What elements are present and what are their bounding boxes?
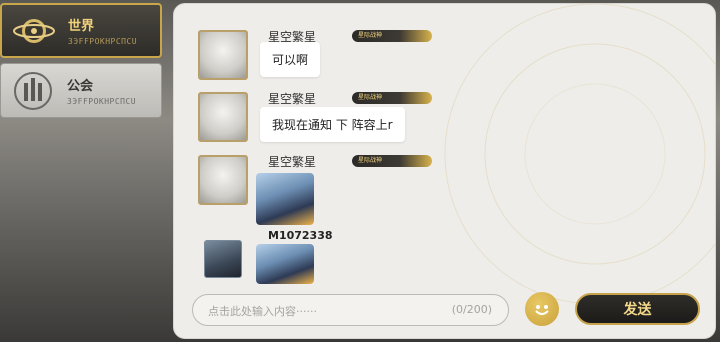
- avatar[interactable]: [198, 30, 248, 80]
- tab-label: 世界: [68, 19, 95, 34]
- sticker-image[interactable]: [256, 173, 314, 225]
- tab-sublabel: ЗЭFFPОКНРСПСU: [68, 37, 138, 46]
- avatar[interactable]: [204, 240, 242, 278]
- guild-icon: [7, 67, 59, 115]
- tab-guild[interactable]: 公会 ЗЭFFPОКНРСПСU: [0, 63, 162, 118]
- sender-name: 星空繁星: [268, 155, 317, 169]
- message-bubble: 可以啊: [260, 42, 321, 77]
- tab-sublabel: ЗЭFFPОКНРСПСU: [67, 97, 137, 106]
- sender-name: 星空繁星: [268, 92, 317, 106]
- chat-panel: 星空繁星 星际战神 可以啊 星空繁星 星际战神 我现在通知 下 阵容上r 星空繁…: [173, 3, 716, 339]
- send-button[interactable]: 发送: [575, 293, 700, 325]
- title-badge: 星际战神: [352, 155, 432, 167]
- avatar[interactable]: [198, 155, 248, 205]
- title-badge: 星际战神: [352, 30, 432, 42]
- emoji-button[interactable]: [525, 292, 559, 326]
- avatar[interactable]: [198, 92, 248, 142]
- sticker-image[interactable]: [256, 244, 314, 284]
- input-placeholder: 点击此处输入内容······: [208, 305, 317, 318]
- tab-label: 公会: [67, 79, 94, 94]
- planet-icon: [8, 7, 60, 55]
- sticker-caption: M1072338: [268, 229, 333, 242]
- decorative-rings-icon: [444, 4, 715, 304]
- smiley-icon: [535, 305, 549, 315]
- tab-world[interactable]: 世界 ЗЭFFPОКНРСПСU: [0, 3, 162, 58]
- title-badge: 星际战神: [352, 92, 432, 104]
- chat-input[interactable]: 点击此处输入内容······ (0/200): [192, 294, 509, 326]
- message-bubble: 我现在通知 下 阵容上r: [260, 107, 405, 142]
- char-count: (0/200): [451, 303, 492, 316]
